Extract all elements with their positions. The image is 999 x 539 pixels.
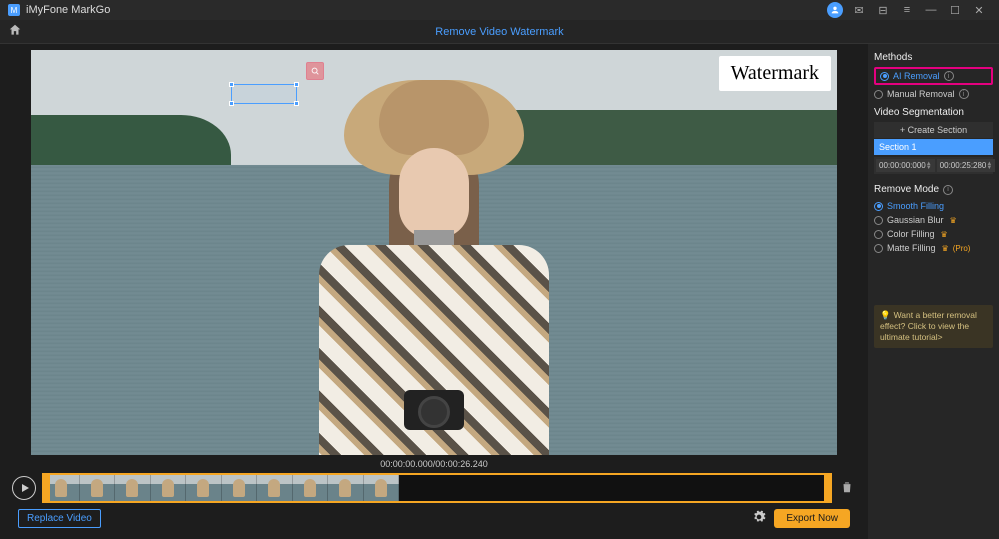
mode-matte-filling[interactable]: Matte Filling ♛ (Pro) — [874, 241, 993, 255]
mode-gaussian-blur[interactable]: Gaussian Blur ♛ — [874, 213, 993, 227]
remove-mode-heading: Remove Mode i — [874, 184, 993, 195]
timeline-track[interactable] — [42, 473, 832, 503]
app-logo-icon: M — [8, 4, 20, 16]
method-label: Manual Removal — [887, 89, 955, 99]
timeline-thumb — [293, 475, 329, 501]
lightbulb-icon: 💡 — [880, 310, 891, 320]
mode-label: Matte Filling — [887, 243, 936, 253]
timeline-trim-right-handle[interactable] — [824, 473, 832, 503]
info-icon[interactable]: i — [943, 185, 953, 195]
method-manual-removal[interactable]: Manual Removal i — [874, 87, 993, 101]
timeline-thumb — [80, 475, 116, 501]
replace-video-button[interactable]: Replace Video — [18, 509, 101, 528]
radio-icon — [874, 230, 883, 239]
time-value: 00:00:25:280 — [940, 161, 987, 170]
timeline-thumb — [364, 475, 400, 501]
crown-icon: ♛ — [942, 244, 949, 253]
segment-item[interactable]: Section 1 — [874, 139, 993, 155]
create-section-button[interactable]: + Create Section — [874, 122, 993, 138]
mode-label: Color Filling — [887, 229, 935, 239]
stepper-icon[interactable]: ▲▼ — [986, 162, 992, 170]
timeline-thumb — [222, 475, 258, 501]
info-icon[interactable]: i — [944, 71, 954, 81]
mode-smooth-filling[interactable]: Smooth Filling — [874, 199, 993, 213]
menu-icon[interactable]: ≡ — [895, 4, 919, 16]
tip-text: Want a better removal effect? Click to v… — [880, 310, 977, 342]
delete-icon[interactable] — [838, 480, 856, 497]
play-button[interactable] — [12, 476, 36, 500]
tool-bar: Remove Video Watermark — [0, 20, 999, 44]
page-title: Remove Video Watermark — [435, 26, 563, 38]
mode-color-filling[interactable]: Color Filling ♛ — [874, 227, 993, 241]
user-avatar-icon[interactable] — [827, 2, 843, 18]
watermark-selection-box[interactable] — [231, 84, 297, 104]
radio-icon — [874, 90, 883, 99]
mode-label: Smooth Filling — [887, 201, 944, 211]
segmentation-heading: Video Segmentation — [874, 107, 993, 118]
methods-heading: Methods — [874, 52, 993, 63]
mode-label: Gaussian Blur — [887, 215, 944, 225]
pro-badge: (Pro) — [953, 244, 971, 253]
app-title: iMyFone MarkGo — [26, 4, 110, 16]
canvas-area: Watermark 00:00:00.000/00:00:26.240 — [0, 44, 868, 539]
minimize-icon[interactable]: — — [919, 4, 943, 16]
method-label: AI Removal — [893, 71, 940, 81]
segment-start-time[interactable]: 00:00:00:000 ▲▼ — [876, 159, 935, 172]
time-display: 00:00:00.000/00:00:26.240 — [8, 455, 860, 473]
radio-icon — [874, 202, 883, 211]
timeline-thumb — [186, 475, 222, 501]
radio-icon — [874, 244, 883, 253]
close-icon[interactable]: ✕ — [967, 4, 991, 17]
tutorial-tip[interactable]: 💡Want a better removal effect? Click to … — [874, 305, 993, 348]
settings-icon[interactable] — [752, 510, 766, 527]
selection-tool-icon[interactable] — [306, 62, 324, 80]
timeline-thumb — [151, 475, 187, 501]
radio-icon — [874, 216, 883, 225]
method-ai-removal[interactable]: AI Removal i — [874, 67, 993, 85]
segment-end-time[interactable]: 00:00:25:280 ▲▼ — [937, 159, 996, 172]
feedback-icon[interactable]: ⊟ — [871, 4, 895, 17]
video-preview[interactable]: Watermark — [31, 50, 837, 455]
right-sidebar: Methods AI Removal i Manual Removal i Vi… — [868, 44, 999, 539]
title-bar: M iMyFone MarkGo ✉ ⊟ ≡ — ☐ ✕ — [0, 0, 999, 20]
timeline-thumb — [328, 475, 364, 501]
crown-icon: ♛ — [950, 216, 957, 225]
export-button[interactable]: Export Now — [774, 509, 850, 528]
watermark-overlay: Watermark — [719, 56, 831, 91]
timeline-playhead[interactable] — [46, 473, 48, 503]
mail-icon[interactable]: ✉ — [847, 4, 871, 17]
info-icon[interactable]: i — [959, 89, 969, 99]
home-icon[interactable] — [8, 23, 22, 40]
radio-icon — [880, 72, 889, 81]
timeline-thumb — [115, 475, 151, 501]
maximize-icon[interactable]: ☐ — [943, 4, 967, 17]
timeline-thumb — [257, 475, 293, 501]
stepper-icon[interactable]: ▲▼ — [926, 162, 932, 170]
crown-icon: ♛ — [941, 230, 948, 239]
time-value: 00:00:00:000 — [879, 161, 926, 170]
